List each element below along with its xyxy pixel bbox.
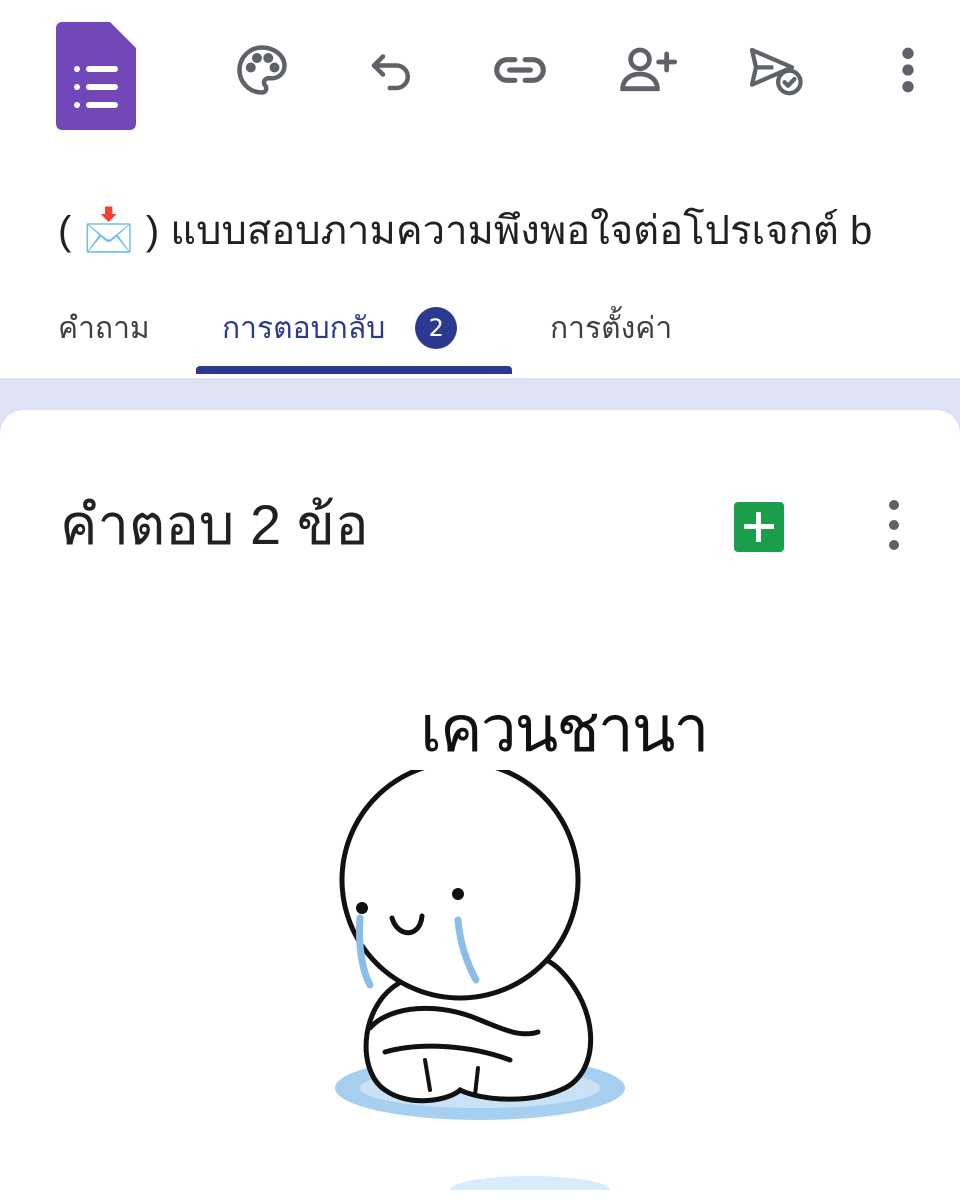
active-tab-indicator — [196, 366, 512, 374]
palette-icon[interactable] — [230, 38, 294, 102]
add-collaborator-icon[interactable] — [616, 38, 680, 102]
link-icon[interactable] — [488, 38, 552, 102]
form-title[interactable]: ( 📩 ) แบบสอบภามความพึงพอใจต่อโปรเจกต์ b — [58, 200, 960, 260]
sticker-caption: เควนชานา — [420, 693, 709, 767]
undo-icon[interactable] — [360, 38, 424, 102]
tab-questions-label: คำถาม — [58, 311, 150, 346]
tab-bar: คำถาม การตอบกลับ 2 การตั้งค่า — [0, 296, 960, 376]
send-icon[interactable] — [744, 38, 808, 102]
responses-card: คำตอบ 2 ข้อ เควนชานา — [0, 410, 960, 1200]
responses-more-icon[interactable] — [884, 500, 904, 550]
title-prefix: ( — [58, 209, 83, 253]
responses-heading: คำตอบ 2 ข้อ — [60, 493, 369, 556]
tab-responses[interactable]: การตอบกลับ 2 — [222, 296, 458, 366]
tab-responses-label: การตอบกลับ — [222, 311, 386, 346]
more-vert-icon[interactable] — [876, 38, 940, 102]
tab-settings[interactable]: การตั้งค่า — [550, 296, 672, 366]
top-toolbar — [0, 0, 960, 150]
tab-questions[interactable]: คำถาม — [58, 296, 150, 366]
head — [339, 770, 581, 1001]
google-sheets-icon[interactable] — [734, 502, 784, 552]
envelope-icon: 📩 — [82, 206, 135, 253]
response-count-badge: 2 — [415, 306, 458, 349]
crying-character-sticker — [335, 770, 625, 1190]
tab-settings-label: การตั้งค่า — [550, 311, 673, 346]
google-forms-logo[interactable] — [56, 22, 136, 130]
title-text: ) แบบสอบภามความพึงพอใจต่อโปรเจกต์ b — [134, 209, 873, 253]
